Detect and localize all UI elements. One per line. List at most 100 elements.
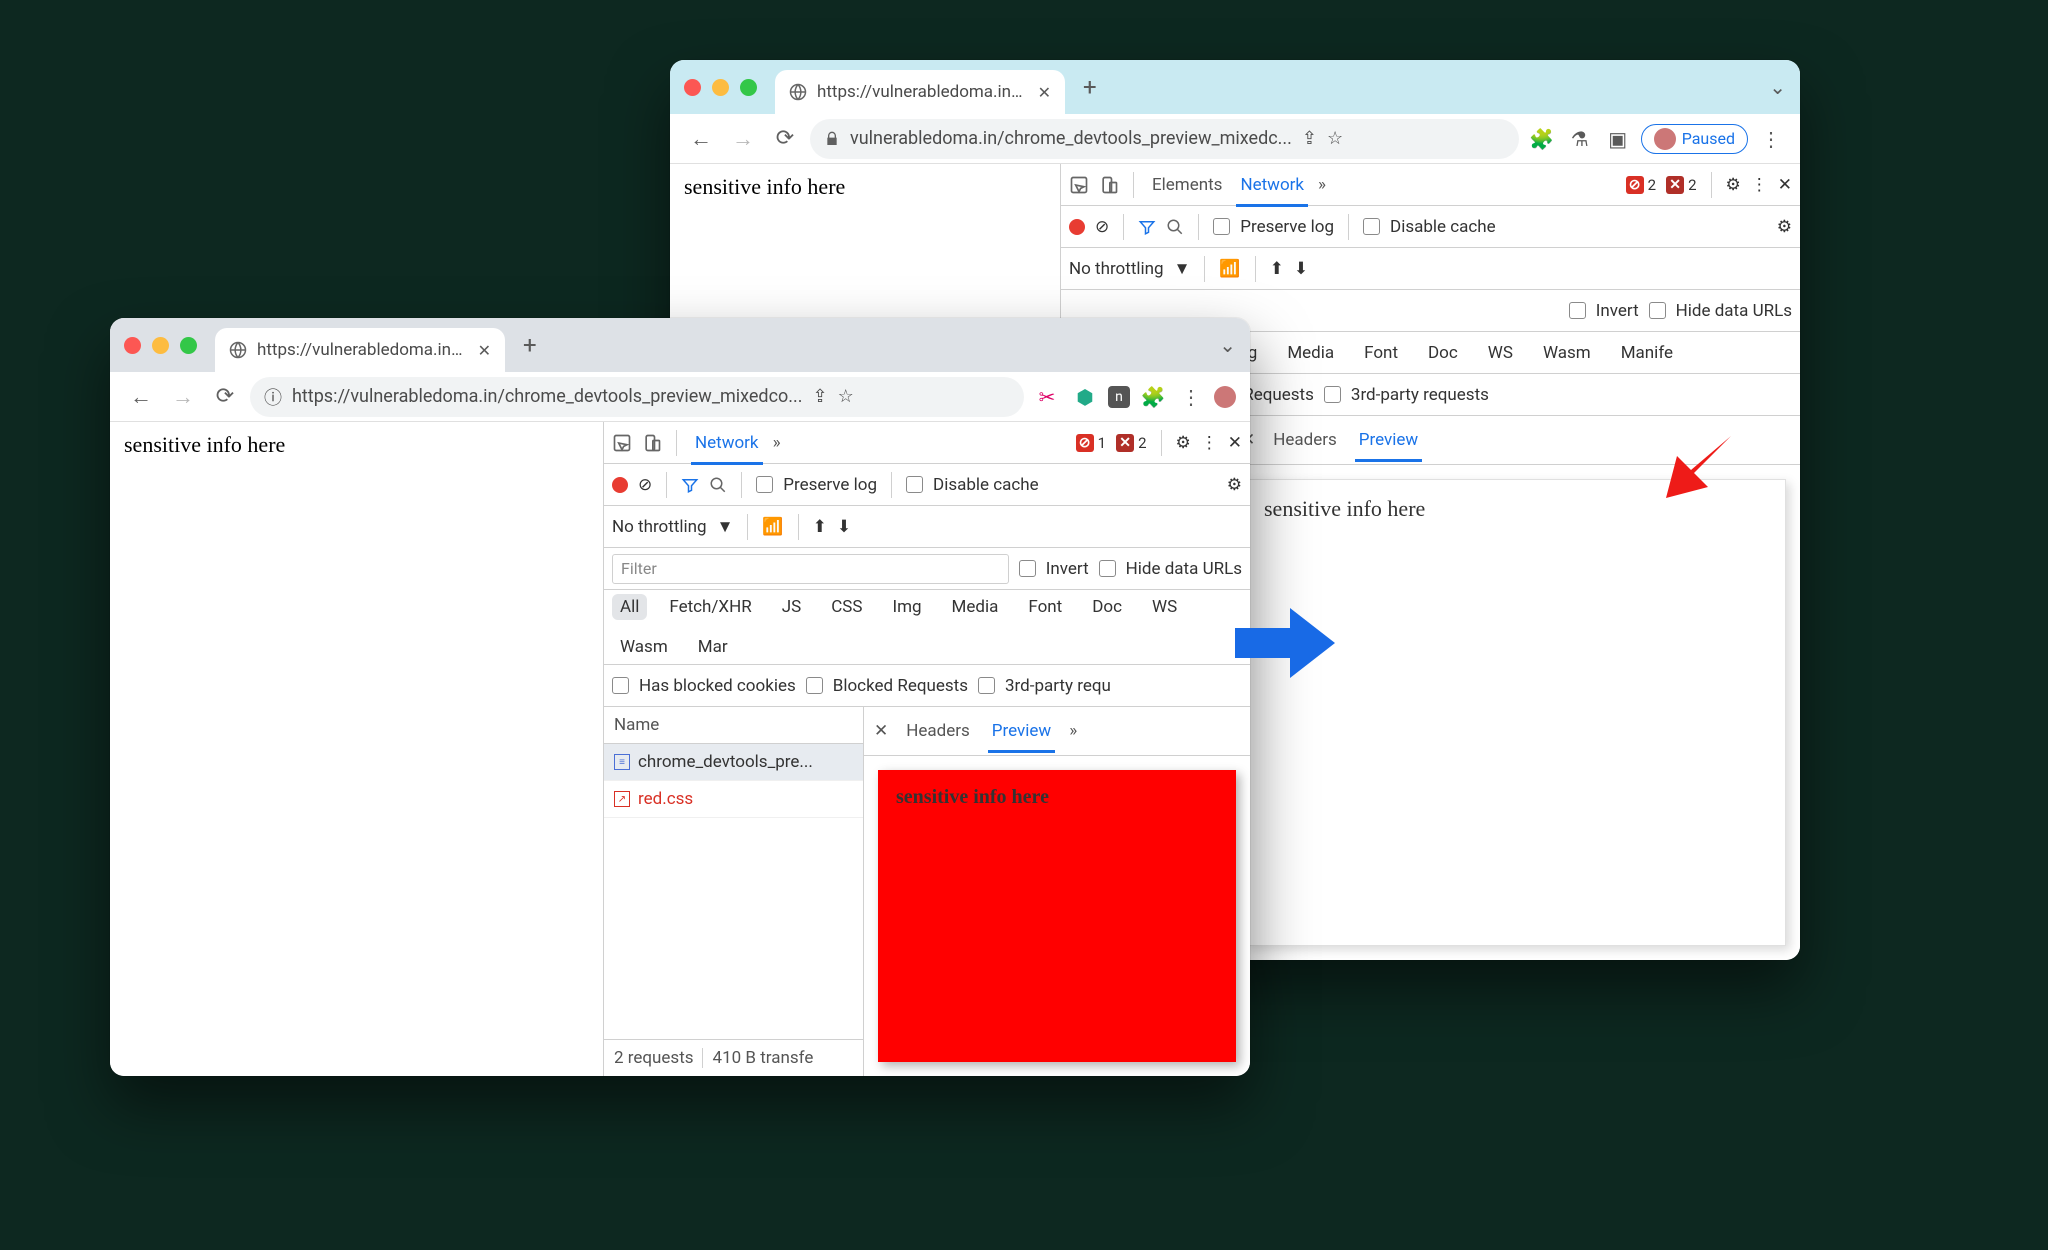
avatar[interactable] [1214, 386, 1236, 408]
back-button[interactable]: ← [124, 380, 158, 414]
download-icon[interactable]: ⬇ [837, 517, 851, 537]
scissors-icon[interactable]: ✂ [1032, 382, 1062, 412]
tab-network[interactable]: Network [1236, 169, 1308, 201]
blocked-badge[interactable]: ✕2 [1666, 176, 1696, 194]
name-header[interactable]: Name [604, 707, 863, 744]
traffic-lights[interactable] [684, 79, 757, 96]
close-tab-icon[interactable]: ✕ [1038, 83, 1051, 102]
blocked-badge[interactable]: ✕2 [1116, 434, 1146, 452]
extensions-icon[interactable]: 🧩 [1138, 382, 1168, 412]
record-button[interactable] [1069, 219, 1085, 235]
star-icon[interactable]: ☆ [1327, 128, 1343, 149]
device-icon[interactable] [642, 433, 662, 453]
fullscreen-icon[interactable] [180, 337, 197, 354]
wifi-icon[interactable]: 📶 [1219, 259, 1240, 279]
filter-type[interactable]: Media [944, 594, 1007, 620]
filter-icon[interactable] [1138, 218, 1156, 236]
download-icon[interactable]: ⬇ [1294, 259, 1308, 279]
hide-urls-checkbox[interactable] [1099, 560, 1116, 577]
more-tabs-icon[interactable]: » [773, 433, 781, 453]
more-tabs-icon[interactable]: » [1318, 175, 1326, 195]
throttling-select[interactable]: No throttling [1069, 259, 1164, 279]
third-party-checkbox[interactable] [1324, 386, 1341, 403]
gear-icon[interactable]: ⚙ [1726, 175, 1741, 195]
new-tab-button[interactable]: + [1083, 73, 1097, 101]
filter-type[interactable]: Img [884, 594, 929, 620]
profile-paused-chip[interactable]: Paused [1641, 124, 1748, 154]
gear-icon[interactable]: ⚙ [1777, 217, 1792, 237]
tab-headers[interactable]: Headers [902, 715, 974, 747]
reload-button[interactable]: ⟳ [208, 380, 242, 414]
inspect-icon[interactable] [612, 433, 632, 453]
traffic-lights[interactable] [124, 337, 197, 354]
menu-icon[interactable]: ⋮ [1176, 382, 1206, 412]
browser-tab[interactable]: https://vulnerabledoma.in/chro ✕ [775, 70, 1065, 114]
filter-icon[interactable] [681, 476, 699, 494]
new-tab-button[interactable]: + [523, 331, 537, 359]
request-row[interactable]: ↗ red.css [604, 781, 863, 818]
close-devtools-icon[interactable]: ✕ [1228, 433, 1242, 453]
omnibox[interactable]: ⓘ https://vulnerabledoma.in/chrome_devto… [250, 377, 1024, 417]
close-icon[interactable] [124, 337, 141, 354]
filter-type[interactable]: Font [1356, 340, 1406, 366]
kebab-icon[interactable]: ⋮ [1751, 175, 1768, 195]
device-icon[interactable] [1099, 175, 1119, 195]
clear-icon[interactable]: ⊘ [1095, 217, 1109, 237]
menu-icon[interactable]: ⋮ [1756, 124, 1786, 154]
labs-icon[interactable]: ⚗ [1565, 124, 1595, 154]
disable-cache-checkbox[interactable] [1363, 218, 1380, 235]
panel-icon[interactable]: ▣ [1603, 124, 1633, 154]
filter-type[interactable]: WS [1144, 594, 1185, 620]
chevron-down-icon[interactable]: ⌄ [1219, 333, 1236, 357]
preserve-log-checkbox[interactable] [1213, 218, 1230, 235]
hide-urls-checkbox[interactable] [1649, 302, 1666, 319]
chevron-down-icon[interactable]: ⌄ [1769, 75, 1786, 99]
filter-type[interactable]: CSS [823, 594, 870, 620]
minimize-icon[interactable] [712, 79, 729, 96]
search-icon[interactable] [1166, 218, 1184, 236]
blocked-req-checkbox[interactable] [806, 677, 823, 694]
reload-button[interactable]: ⟳ [768, 122, 802, 156]
close-devtools-icon[interactable]: ✕ [1778, 175, 1792, 195]
kebab-icon[interactable]: ⋮ [1201, 433, 1218, 453]
invert-checkbox[interactable] [1569, 302, 1586, 319]
filter-type[interactable]: Wasm [1535, 340, 1599, 366]
ext-icon-1[interactable]: ⬢ [1070, 382, 1100, 412]
tab-headers[interactable]: Headers [1269, 424, 1341, 456]
filter-type[interactable]: Media [1279, 340, 1342, 366]
wifi-icon[interactable]: 📶 [762, 517, 783, 537]
record-button[interactable] [612, 477, 628, 493]
search-icon[interactable] [709, 476, 727, 494]
upload-icon[interactable]: ⬆ [813, 517, 827, 537]
back-button[interactable]: ← [684, 122, 718, 156]
upload-icon[interactable]: ⬆ [1270, 259, 1284, 279]
tab-network[interactable]: Network [691, 427, 763, 459]
third-party-checkbox[interactable] [978, 677, 995, 694]
invert-checkbox[interactable] [1019, 560, 1036, 577]
filter-type[interactable]: Doc [1084, 594, 1130, 620]
error-badge[interactable]: ⊘1 [1076, 434, 1106, 452]
filter-type[interactable]: Wasm [612, 634, 676, 660]
tab-preview[interactable]: Preview [988, 715, 1055, 747]
star-icon[interactable]: ☆ [838, 386, 854, 407]
filter-type[interactable]: Doc [1420, 340, 1466, 366]
omnibox[interactable]: vulnerabledoma.in/chrome_devtools_previe… [810, 119, 1519, 159]
filter-input[interactable]: Filter [612, 554, 1009, 584]
fullscreen-icon[interactable] [740, 79, 757, 96]
request-row[interactable]: ≡ chrome_devtools_pre... [604, 744, 863, 781]
gear-icon[interactable]: ⚙ [1176, 433, 1191, 453]
close-tab-icon[interactable]: ✕ [478, 341, 491, 360]
filter-type[interactable]: Fetch/XHR [661, 594, 759, 620]
filter-type[interactable]: Manife [1613, 340, 1681, 366]
minimize-icon[interactable] [152, 337, 169, 354]
filter-type[interactable]: WS [1480, 340, 1521, 366]
share-icon[interactable]: ⇪ [813, 386, 828, 407]
ext-icon-2[interactable]: n [1108, 386, 1130, 408]
browser-tab[interactable]: https://vulnerabledoma.in/chro ✕ [215, 328, 505, 372]
share-icon[interactable]: ⇪ [1302, 128, 1317, 149]
inspect-icon[interactable] [1069, 175, 1089, 195]
blocked-cookies-checkbox[interactable] [612, 677, 629, 694]
clear-icon[interactable]: ⊘ [638, 475, 652, 495]
disable-cache-checkbox[interactable] [906, 476, 923, 493]
tab-preview[interactable]: Preview [1355, 424, 1422, 456]
